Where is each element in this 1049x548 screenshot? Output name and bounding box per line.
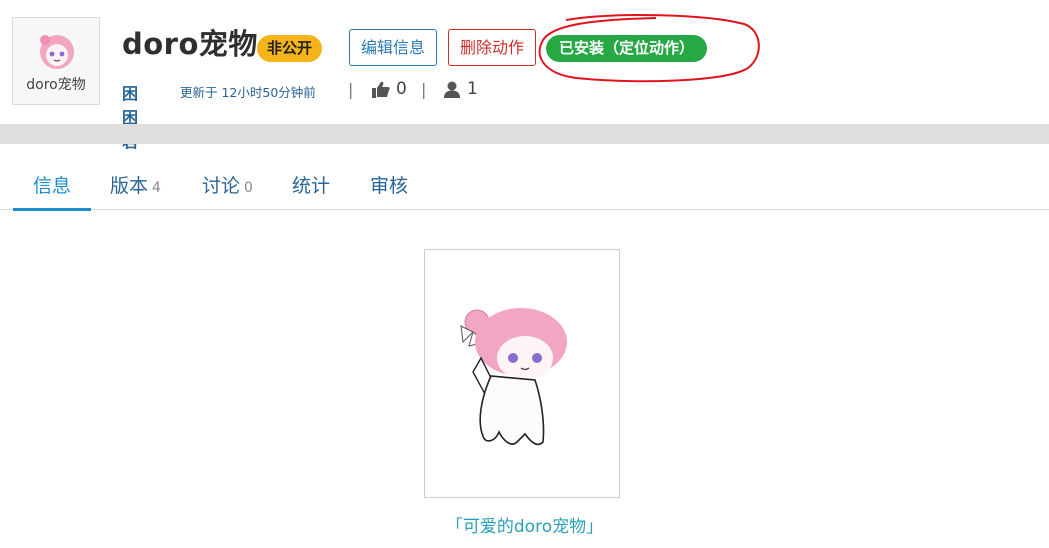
doro-character-image [460, 308, 567, 446]
edit-info-button[interactable]: 编辑信息 [349, 29, 438, 66]
annotation-circle [538, 14, 760, 83]
meta-separator: | [421, 80, 427, 99]
tab-count: 0 [244, 180, 253, 196]
delete-action-button[interactable]: 删除动作 [448, 29, 537, 66]
tab-label: 审核 [370, 175, 409, 197]
tab-label: 版本 [110, 175, 149, 197]
updated-time: 更新于 12小时50分钟前 [180, 85, 316, 100]
divider-bar [0, 124, 1049, 144]
tab-review[interactable]: 审核 [370, 172, 408, 208]
thumbs-up-icon [372, 81, 390, 98]
action-thumbnail[interactable]: doro宠物 [12, 17, 100, 105]
doro-avatar-icon [40, 35, 74, 69]
visibility-badge: 非公开 [257, 35, 323, 62]
tab-versions[interactable]: 版本 4 [110, 172, 161, 208]
tab-label: 讨论 [202, 175, 241, 197]
image-caption: 「可爱的doro宠物」 [445, 517, 604, 537]
tab-info[interactable]: 信息 [13, 172, 91, 211]
meta-separator: | [348, 80, 354, 99]
likes-count: 0 [396, 79, 407, 99]
page-title: doro宠物 [122, 27, 258, 61]
tab-bar: 信息 版本 4 讨论 0 统计 审核 [0, 164, 1049, 211]
users-count: 1 [467, 79, 478, 99]
preview-image[interactable] [424, 249, 620, 498]
tab-label: 统计 [292, 175, 331, 197]
tab-discussion[interactable]: 讨论 0 [202, 172, 253, 208]
thumbnail-caption: doro宠物 [26, 77, 86, 93]
tab-stats[interactable]: 统计 [292, 172, 330, 208]
tab-label: 信息 [32, 175, 71, 197]
tab-count: 4 [152, 180, 161, 196]
user-icon [444, 81, 460, 98]
